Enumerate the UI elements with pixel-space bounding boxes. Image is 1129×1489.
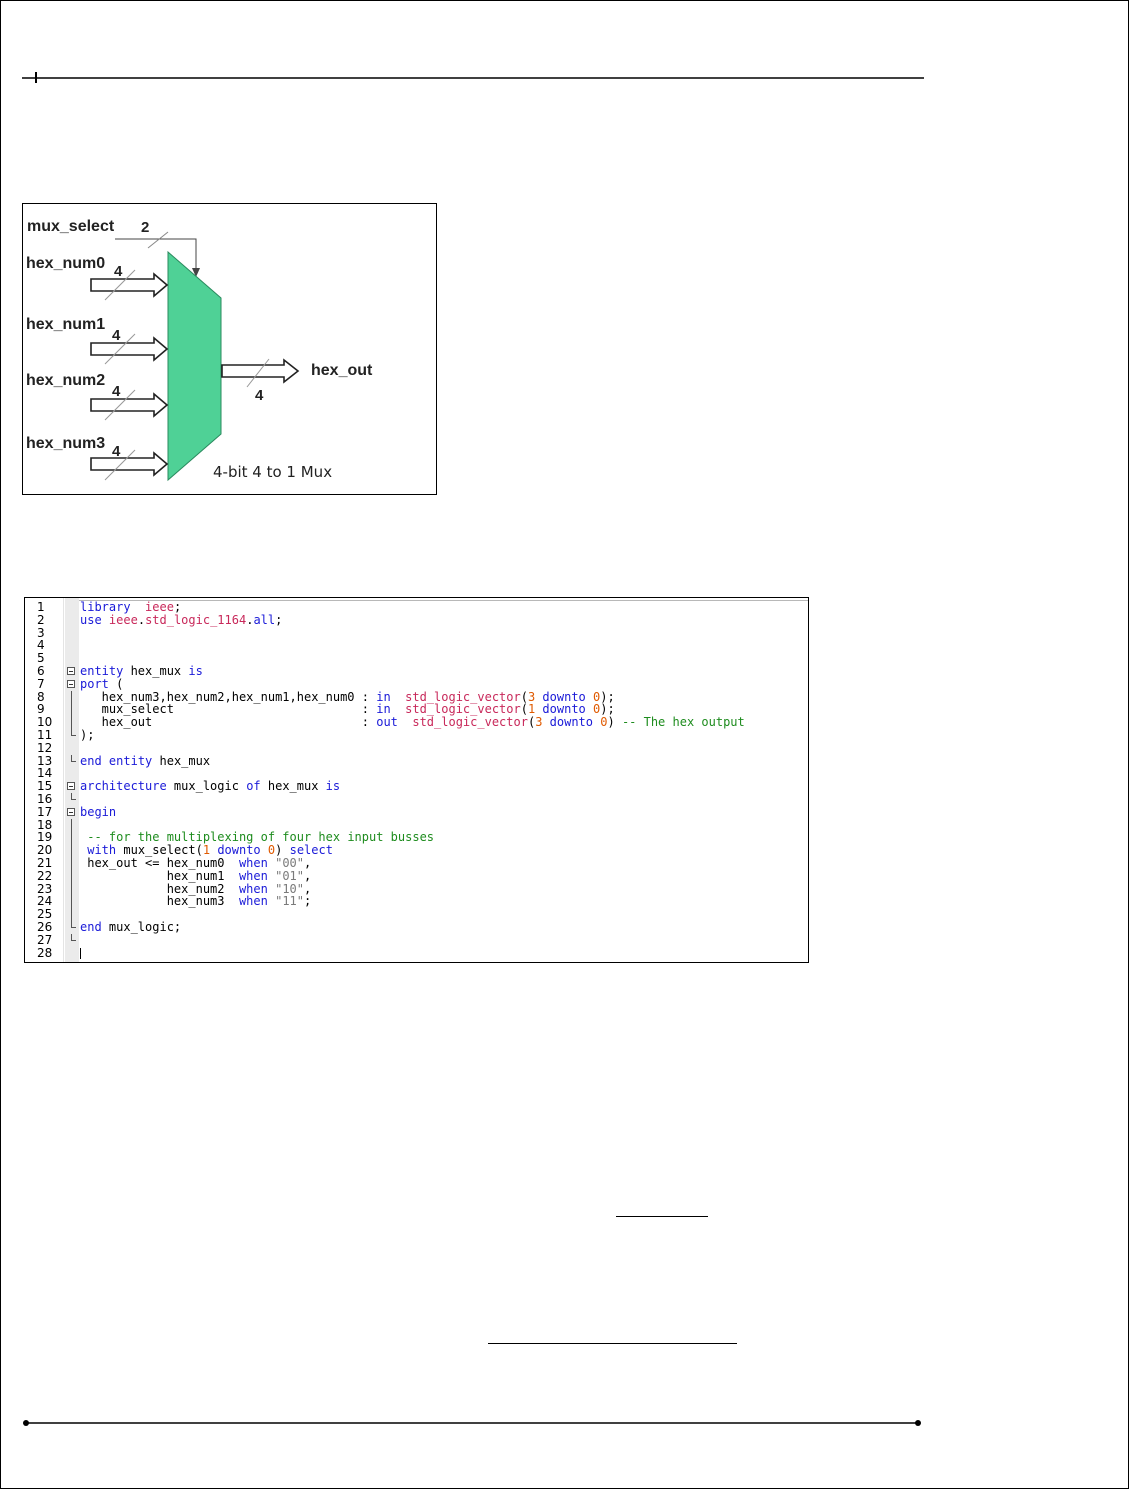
code-line[interactable]: 3 [25, 626, 808, 640]
code-token: hex_mux [260, 779, 326, 794]
code-text: hex_num3 when "11"; [80, 894, 312, 909]
line-number: 2 [37, 612, 45, 627]
code-token: "11" [275, 894, 304, 909]
code-line[interactable]: 6 entity hex_mux is [25, 665, 808, 678]
code-token: begin [80, 804, 117, 819]
line-number: 27 [37, 932, 53, 947]
input-width-0: 4 [114, 263, 123, 280]
code-text: hex_out : out std_logic_vector(3 downto … [80, 716, 745, 729]
select-label: mux_select [27, 218, 115, 235]
code-line[interactable]: 17 begin [25, 804, 808, 819]
code-token: hex_mux [123, 663, 189, 678]
line-number: 1 [37, 600, 45, 614]
code-token: mux_logic; [101, 919, 182, 934]
code-line[interactable]: 16 [25, 793, 808, 806]
input-label-2: hex_num2 [26, 372, 105, 389]
code-token: out [376, 715, 398, 730]
answer-blank-1 [616, 1216, 708, 1217]
code-line[interactable]: 4 [25, 639, 808, 652]
code-token: hex_mux [152, 753, 211, 768]
code-lines[interactable]: 1 library ieee; 2 use ieee.std_logic_1164.a… [25, 601, 808, 959]
code-text: use ieee.std_logic_1164.all; [80, 612, 283, 627]
code-token: is [325, 779, 341, 794]
code-token: of [246, 779, 261, 794]
code-line[interactable]: 27 [25, 932, 808, 947]
code-token: . [137, 612, 146, 627]
input-label-0: hex_num0 [26, 255, 105, 272]
code-line[interactable]: 10 hex_out : out std_logic_vector(3 down… [25, 716, 808, 729]
line-number: 25 [37, 907, 53, 922]
code-text: end entity hex_mux [80, 753, 211, 768]
code-token: ); [80, 727, 95, 742]
line-number: 26 [37, 919, 53, 934]
fold-toggle-icon[interactable] [67, 782, 75, 791]
code-token: architecture [80, 779, 167, 794]
code-text: end mux_logic; [80, 921, 181, 934]
line-number: 21 [37, 855, 53, 870]
line-number: 22 [37, 868, 53, 883]
code-token: std_logic_1164 [145, 612, 247, 627]
input-width-1: 4 [112, 327, 121, 344]
output-width: 4 [255, 387, 264, 404]
code-line[interactable]: 11); [25, 729, 808, 742]
input-width-2: 4 [112, 383, 121, 400]
code-line[interactable]: 28 [25, 945, 808, 960]
code-editor[interactable]: 1 library ieee; 2 use ieee.std_logic_1164.a… [24, 597, 809, 963]
code-token: use [80, 612, 102, 627]
code-token: end [80, 753, 102, 768]
line-number: 28 [37, 945, 53, 960]
code-token: ieee [108, 612, 138, 627]
line-number: 6 [37, 663, 45, 678]
line-number: 11 [37, 727, 53, 742]
code-token: ; [304, 894, 312, 909]
code-token: all [253, 612, 276, 627]
code-text [80, 947, 81, 960]
fold-toggle-icon[interactable] [67, 679, 75, 688]
code-token: when [238, 894, 268, 909]
line-number: 7 [37, 676, 45, 691]
code-token: hex_out : [80, 715, 377, 730]
code-line[interactable]: 15 architecture mux_logic of hex_mux is [25, 780, 808, 793]
code-token: hex_num3 [80, 894, 239, 909]
bottom-rule [23, 1420, 921, 1426]
input-label-3: hex_num3 [26, 435, 105, 452]
code-line[interactable]: 2 use ieee.std_logic_1164.all; [25, 612, 808, 627]
input-label-1: hex_num1 [26, 316, 105, 333]
code-line[interactable]: 26 end mux_logic; [25, 921, 808, 934]
code-token: end [80, 919, 102, 934]
answer-blank-2 [488, 1343, 737, 1344]
code-token: std_logic_vector [412, 715, 528, 730]
mux-diagram: mux_select 2 hex_num0 4 hex_num1 4 hex_n… [22, 203, 437, 495]
fold-toggle-icon[interactable] [67, 666, 75, 675]
mux-body [167, 250, 222, 482]
code-token: ) [607, 715, 622, 730]
line-number: 12 [37, 740, 53, 755]
output-label: hex_out [311, 362, 373, 379]
code-line[interactable]: 24 hex_num3 when "11"; [25, 894, 808, 909]
code-text: ); [80, 729, 94, 742]
top-rule [22, 72, 924, 83]
code-text: begin [80, 804, 117, 819]
code-token: entity [108, 753, 153, 768]
line-number: 16 [37, 791, 53, 806]
code-token: downto [549, 715, 594, 730]
code-token: ; [275, 612, 283, 627]
select-width: 2 [141, 219, 149, 236]
fold-toggle-icon[interactable] [67, 807, 75, 816]
mux-caption: 4-bit 4 to 1 Mux [213, 463, 332, 481]
line-number: 17 [37, 804, 53, 819]
text-caret [80, 947, 81, 959]
code-token: -- The hex output [621, 715, 745, 730]
code-text: architecture mux_logic of hex_mux is [80, 780, 340, 793]
code-line[interactable]: 13 end entity hex_mux [25, 753, 808, 768]
code-token: is [188, 663, 203, 678]
code-token: mux_logic [166, 779, 247, 794]
